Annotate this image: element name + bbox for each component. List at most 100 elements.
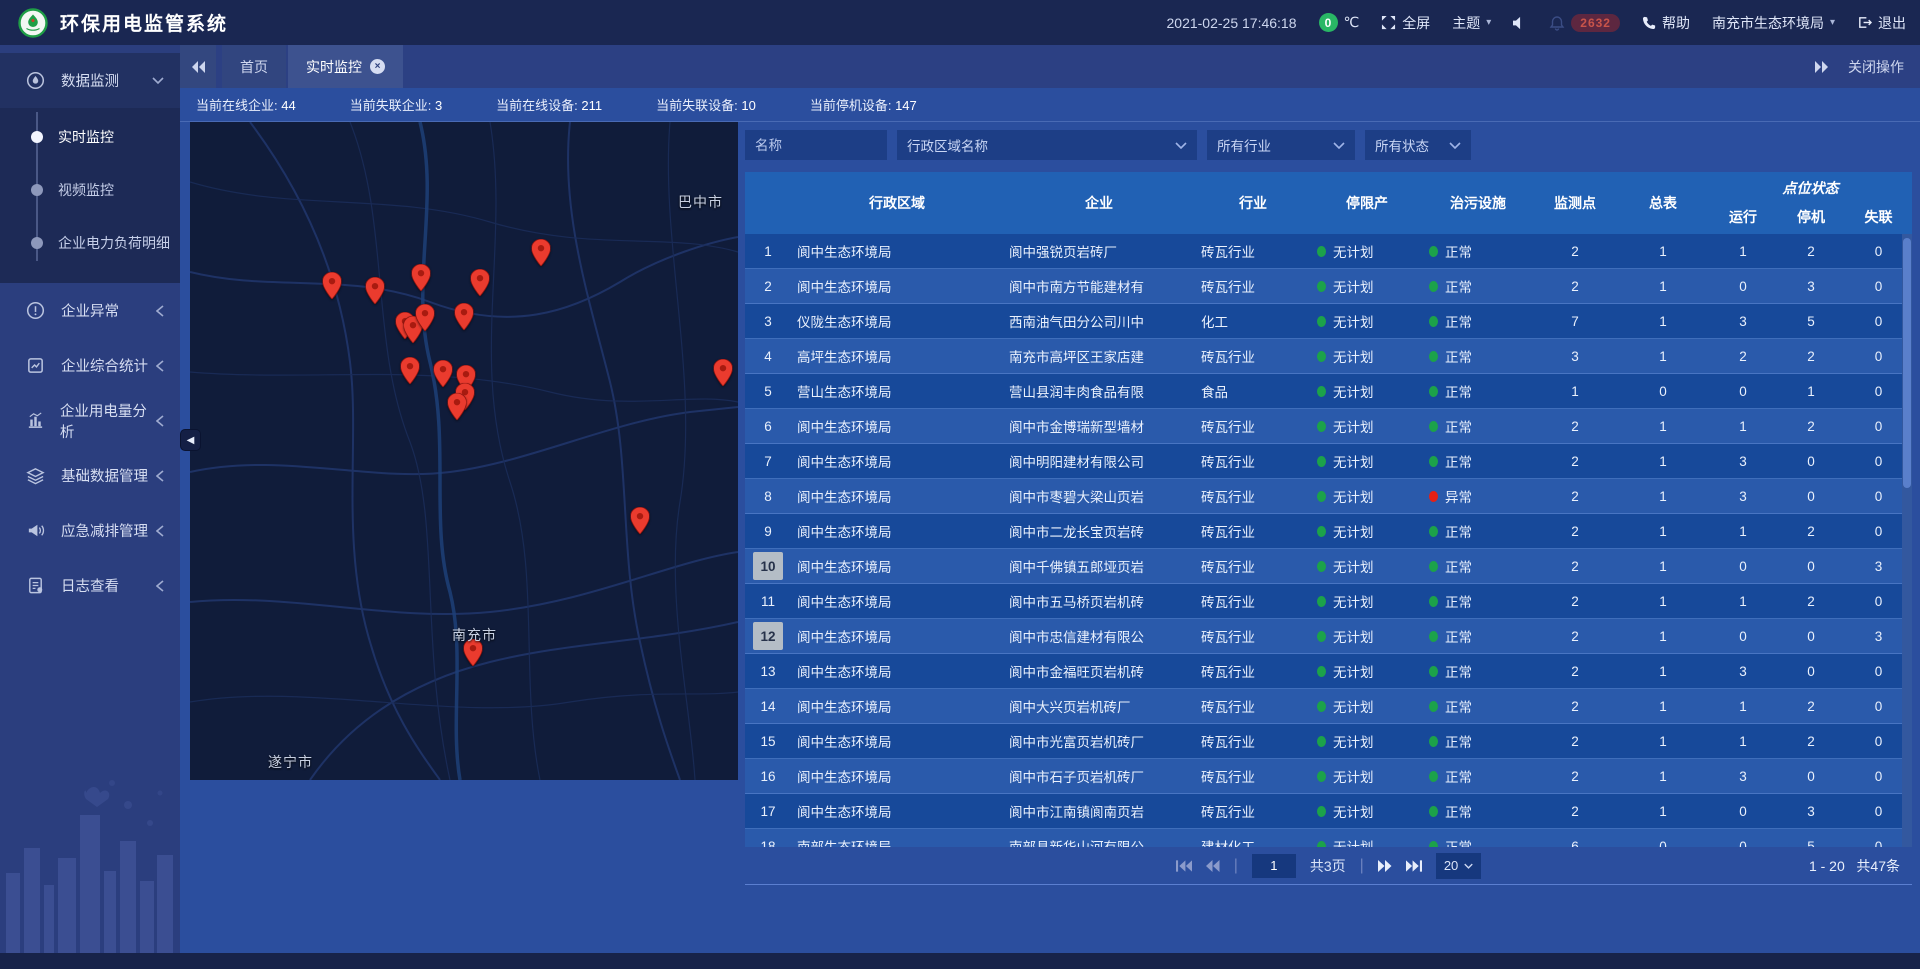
tabs-scroll-left-button[interactable] [180, 45, 216, 88]
previous-page-button[interactable] [1206, 860, 1220, 872]
map-pin[interactable] [532, 239, 551, 271]
status-text: 无计划 [1333, 626, 1374, 646]
cell-industry: 建材化工 [1195, 829, 1311, 847]
table-header: 行政区域 企业 行业 停限产 治污设施 监测点 总表 点位状态 运行 停机 失联 [745, 172, 1912, 234]
cell-production-status: 无计划 [1311, 584, 1423, 618]
map-pin[interactable] [631, 507, 650, 539]
map-pin[interactable] [366, 277, 385, 309]
tab-close-icon[interactable]: × [370, 59, 385, 74]
sidebar-item[interactable]: 基础数据管理 [0, 448, 180, 503]
cell-running-count: 2 [1709, 339, 1777, 373]
map-pin[interactable] [323, 272, 342, 304]
scrollbar-thumb[interactable] [1903, 238, 1911, 488]
col-header-index [745, 172, 791, 234]
panel-collapse-button[interactable]: ◀ [180, 429, 201, 451]
fullscreen-button[interactable]: 全屏 [1381, 13, 1430, 33]
cell-running-count: 0 [1709, 619, 1777, 653]
tab-实时监控[interactable]: 实时监控× [288, 45, 403, 88]
map-canvas[interactable]: 巴中市南充市遂宁市 [190, 122, 738, 780]
table-row[interactable]: 14阆中生态环境局阆中大兴页岩机砖厂砖瓦行业无计划正常21120 [745, 689, 1912, 724]
help-button[interactable]: 帮助 [1642, 13, 1690, 33]
sidebar-item[interactable]: 应急减排管理 [0, 503, 180, 558]
sound-toggle[interactable] [1513, 16, 1527, 30]
map-pin[interactable] [412, 264, 431, 296]
page-number-input[interactable] [1252, 854, 1296, 878]
close-operations-button[interactable]: 关闭操作 [1848, 57, 1904, 77]
theme-menu[interactable]: 主题 ▾ [1452, 13, 1491, 33]
map-pin[interactable] [448, 393, 467, 425]
cell-production-status: 无计划 [1311, 479, 1423, 513]
sidebar-subitem[interactable]: 实时监控 [0, 110, 180, 163]
cell-region: 高坪生态环境局 [791, 339, 1003, 373]
cell-total-meter: 0 [1617, 374, 1709, 408]
pager-divider: | [1360, 857, 1364, 875]
table-row[interactable]: 4高坪生态环境局南充市高坪区王家店建砖瓦行业无计划正常31220 [745, 339, 1912, 374]
map-pin[interactable] [455, 303, 474, 335]
table-row[interactable]: 7阆中生态环境局阆中明阳建材有限公司砖瓦行业无计划正常21300 [745, 444, 1912, 479]
region-filter-select[interactable]: 行政区域名称 [897, 130, 1197, 160]
cell-stopped-count: 0 [1777, 549, 1845, 583]
status-dot [1429, 491, 1438, 502]
status-text: 无计划 [1333, 766, 1374, 786]
bullet-icon [31, 184, 43, 196]
status-text: 正常 [1445, 416, 1472, 436]
sidebar-item[interactable]: 企业用电量分析 [0, 393, 180, 448]
cell-industry: 砖瓦行业 [1195, 409, 1311, 443]
sidebar-item[interactable]: 企业综合统计 [0, 338, 180, 393]
sidebar-subitem[interactable]: 视频监控 [0, 163, 180, 216]
user-org-menu[interactable]: 南充市生态环境局 ▾ [1712, 13, 1835, 33]
notifications[interactable]: 2632 [1549, 14, 1620, 32]
map-pin[interactable] [434, 360, 453, 392]
map-pin[interactable] [714, 359, 733, 391]
status-text: 无计划 [1333, 451, 1374, 471]
industry-filter-select[interactable]: 所有行业 [1207, 130, 1355, 160]
table-row[interactable]: 9阆中生态环境局阆中市二龙长宝页岩砖砖瓦行业无计划正常21120 [745, 514, 1912, 549]
table-row[interactable]: 6阆中生态环境局阆中市金博瑞新型墙材砖瓦行业无计划正常21120 [745, 409, 1912, 444]
status-text: 正常 [1445, 731, 1472, 751]
next-page-button[interactable] [1378, 860, 1392, 872]
page-size-select[interactable]: 20 [1436, 853, 1481, 879]
table-row[interactable]: 13阆中生态环境局阆中市金福旺页岩机砖砖瓦行业无计划正常21300 [745, 654, 1912, 689]
table-row[interactable]: 16阆中生态环境局阆中市石子页岩机砖厂砖瓦行业无计划正常21300 [745, 759, 1912, 794]
table-scrollbar[interactable] [1902, 234, 1912, 847]
table-row[interactable]: 17阆中生态环境局阆中市江南镇阆南页岩砖瓦行业无计划正常21030 [745, 794, 1912, 829]
table-row[interactable]: 1阆中生态环境局阆中强锐页岩砖厂砖瓦行业无计划正常21120 [745, 234, 1912, 269]
table-row[interactable]: 3仪陇生态环境局西南油气田分公司川中化工无计划正常71350 [745, 304, 1912, 339]
map-pin[interactable] [416, 304, 435, 336]
table-row[interactable]: 11阆中生态环境局阆中市五马桥页岩机砖砖瓦行业无计划正常21120 [745, 584, 1912, 619]
tab-首页[interactable]: 首页 [222, 45, 286, 88]
sidebar-item[interactable]: 日志查看 [0, 558, 180, 613]
table-row[interactable]: 5营山生态环境局营山县润丰肉食品有限食品无计划正常10010 [745, 374, 1912, 409]
map-pin[interactable] [401, 357, 420, 389]
chevron-left-icon [156, 580, 164, 592]
sidebar-subitem[interactable]: 企业电力负荷明细 [0, 216, 180, 269]
table-row[interactable]: 12阆中生态环境局阆中市忠信建材有限公砖瓦行业无计划正常21003 [745, 619, 1912, 654]
cell-region: 阆中生态环境局 [791, 759, 1003, 793]
cell-company: 阆中市金博瑞新型墙材 [1003, 409, 1195, 443]
table-row[interactable]: 10阆中生态环境局阆中千佛镇五郎垭页岩砖瓦行业无计划正常21003 [745, 549, 1912, 584]
status-dot [1429, 456, 1438, 467]
table-row[interactable]: 8阆中生态环境局阆中市枣碧大梁山页岩砖瓦行业无计划异常21300 [745, 479, 1912, 514]
sidebar-item[interactable]: 数据监测 [0, 53, 180, 108]
status-filter-select[interactable]: 所有状态 [1365, 130, 1471, 160]
cell-production-status: 无计划 [1311, 829, 1423, 847]
tabs-scroll-right-button[interactable] [1815, 61, 1828, 73]
cell-region: 阆中生态环境局 [791, 584, 1003, 618]
table-row[interactable]: 18南部生态环境局南部县新华山河有限公建材化工无计划正常60050 [745, 829, 1912, 847]
table-row[interactable]: 2阆中生态环境局阆中市南方节能建材有砖瓦行业无计划正常21030 [745, 269, 1912, 304]
cell-monitor-count: 2 [1533, 759, 1617, 793]
cell-total-meter: 1 [1617, 479, 1709, 513]
last-page-button[interactable] [1406, 860, 1422, 872]
status-text: 正常 [1445, 346, 1472, 366]
cell-company: 阆中市金福旺页岩机砖 [1003, 654, 1195, 688]
first-page-button[interactable] [1176, 860, 1192, 872]
map-pin[interactable] [471, 269, 490, 301]
chevron-down-icon: ▾ [1830, 17, 1835, 28]
table-row[interactable]: 15阆中生态环境局阆中市光富页岩机砖厂砖瓦行业无计划正常21120 [745, 724, 1912, 759]
name-filter-input[interactable] [745, 130, 887, 160]
cell-index: 6 [745, 409, 791, 443]
cell-company: 阆中市光富页岩机砖厂 [1003, 724, 1195, 758]
logout-button[interactable]: 退出 [1857, 13, 1906, 33]
temperature-value: 0 [1319, 13, 1338, 32]
sidebar-item[interactable]: 企业异常 [0, 283, 180, 338]
